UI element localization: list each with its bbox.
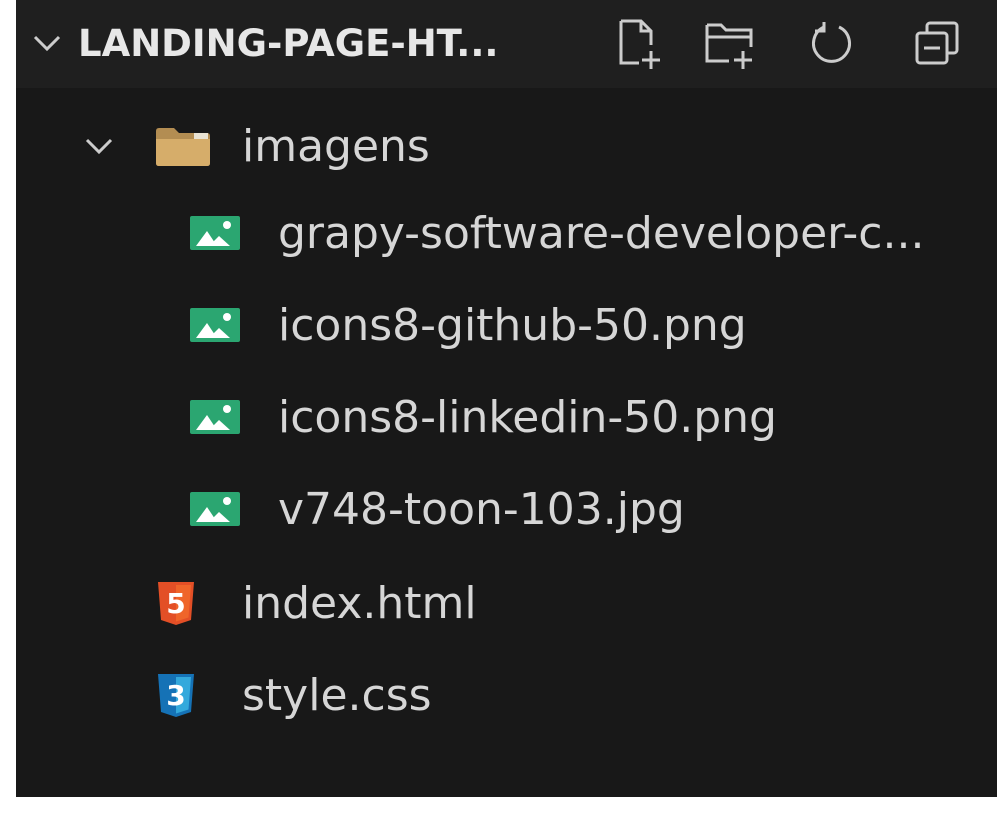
folder-icon [156,128,210,166]
collapse-all-button[interactable] [910,16,966,72]
refresh-button[interactable] [804,16,860,72]
explorer-header[interactable]: LANDING-PAGE-HT... [16,0,997,88]
image-file-icon [190,216,240,250]
tree-folder-imagens[interactable]: imagens [16,103,997,191]
tree-file-image[interactable]: icons8-linkedin-50.png [16,374,997,462]
image-file-icon [190,400,240,434]
new-folder-button[interactable] [702,16,758,72]
collapse-all-icon [915,21,959,65]
css3-glyph: 3 [166,679,185,712]
tree-item-label: index.html [242,578,477,629]
tree-item-label: icons8-linkedin-50.png [278,392,777,443]
tree-item-label: style.css [242,670,432,721]
chevron-down-icon[interactable] [30,26,64,60]
image-file-icon [190,308,240,342]
tree-item-label: v748-toon-103.jpg [278,484,685,535]
image-file-icon [190,492,240,526]
css3-icon: 3 [158,674,194,717]
tree-file-image[interactable]: icons8-github-50.png [16,282,997,370]
tree-file-image[interactable]: v748-toon-103.jpg [16,466,997,554]
html5-glyph: 5 [166,587,185,620]
tree-file-image[interactable]: grapy-software-developer-c... [16,190,997,278]
refresh-icon [812,22,851,63]
html5-icon: 5 [158,582,194,625]
workspace-title[interactable]: LANDING-PAGE-HT... [78,22,498,66]
new-file-button[interactable] [612,16,668,72]
new-folder-icon [705,23,753,69]
tree-item-label: imagens [242,121,430,172]
tree-file-html[interactable]: 5 index.html [16,560,997,648]
tree-item-label: icons8-github-50.png [278,300,747,351]
new-file-icon [619,19,660,69]
tree-item-label: grapy-software-developer-c... [278,208,925,259]
tree-file-css[interactable]: 3 style.css [16,652,997,740]
explorer-panel: LANDING-PAGE-HT... imagens grapy-softwar… [16,0,997,797]
chevron-down-icon [85,138,113,155]
